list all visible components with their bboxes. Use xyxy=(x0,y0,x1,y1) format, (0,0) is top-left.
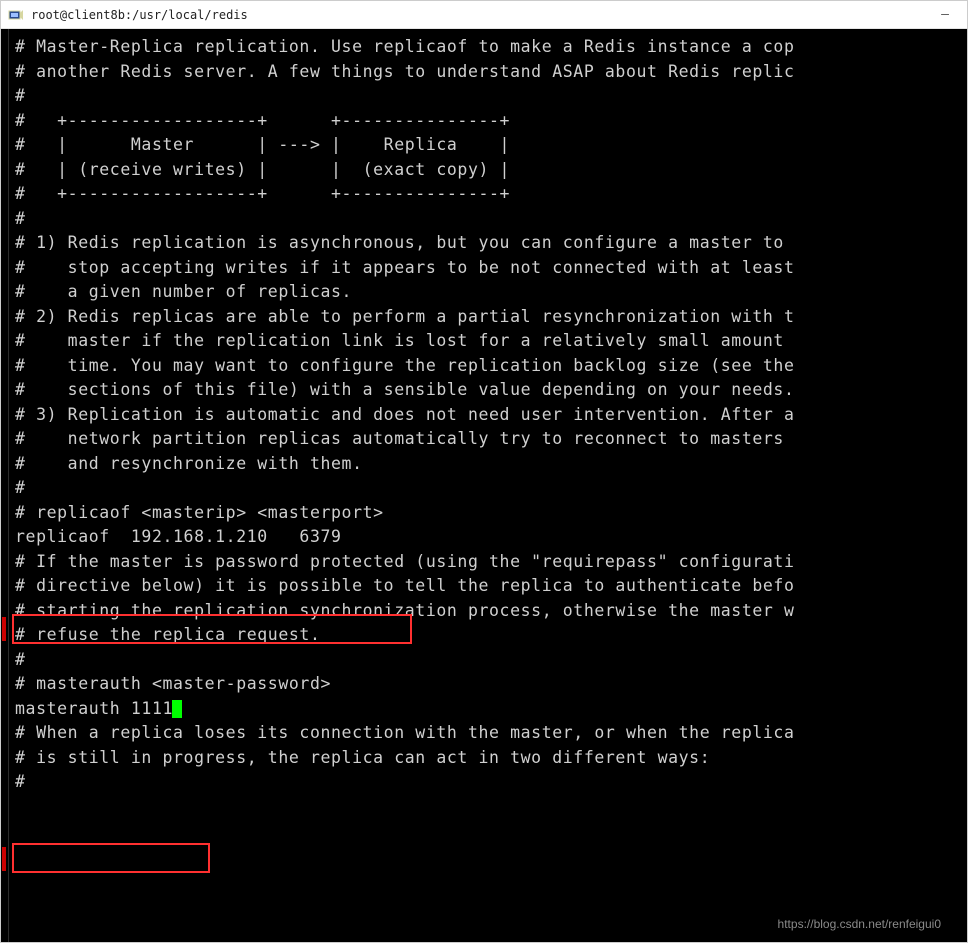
gutter xyxy=(1,29,9,942)
gutter-mark xyxy=(2,847,6,871)
terminal-line: # xyxy=(15,207,951,232)
terminal-line: # +------------------+ +---------------+ xyxy=(15,182,951,207)
terminal-line: # | (receive writes) | | (exact copy) | xyxy=(15,158,951,183)
terminal-line: # When a replica loses its connection wi… xyxy=(15,721,951,746)
terminal-line: # xyxy=(15,648,951,673)
terminal-line: # Master-Replica replication. Use replic… xyxy=(15,35,951,60)
terminal-line: # master if the replication link is lost… xyxy=(15,329,951,354)
terminal-line: # masterauth <master-password> xyxy=(15,672,951,697)
window-controls: — xyxy=(933,5,961,25)
titlebar[interactable]: root@client8b:/usr/local/redis — xyxy=(1,1,967,29)
terminal-line: # | Master | ---> | Replica | xyxy=(15,133,951,158)
terminal[interactable]: # Master-Replica replication. Use replic… xyxy=(9,29,951,942)
terminal-line: # sections of this file) with a sensible… xyxy=(15,378,951,403)
terminal-line: # xyxy=(15,770,951,795)
terminal-line: # +------------------+ +---------------+ xyxy=(15,109,951,134)
terminal-line: # replicaof <masterip> <masterport> xyxy=(15,501,951,526)
putty-window: root@client8b:/usr/local/redis — # Maste… xyxy=(0,0,968,943)
scrollbar[interactable] xyxy=(951,29,967,942)
terminal-line: # a given number of replicas. xyxy=(15,280,951,305)
terminal-line: # network partition replicas automatical… xyxy=(15,427,951,452)
terminal-line: # xyxy=(15,476,951,501)
terminal-line: # 2) Redis replicas are able to perform … xyxy=(15,305,951,330)
watermark: https://blog.csdn.net/renfeigui0 xyxy=(778,912,941,937)
window-title: root@client8b:/usr/local/redis xyxy=(31,8,933,22)
minimize-button[interactable]: — xyxy=(933,5,957,25)
terminal-line: replicaof 192.168.1.210 6379 xyxy=(15,525,951,550)
terminal-line: # is still in progress, the replica can … xyxy=(15,746,951,771)
terminal-line: # stop accepting writes if it appears to… xyxy=(15,256,951,281)
gutter-mark xyxy=(2,617,6,641)
terminal-line: # 1) Redis replication is asynchronous, … xyxy=(15,231,951,256)
putty-icon xyxy=(7,6,25,24)
cursor xyxy=(172,700,182,718)
terminal-line: # and resynchronize with them. xyxy=(15,452,951,477)
terminal-line: # another Redis server. A few things to … xyxy=(15,60,951,85)
terminal-line: # refuse the replica request. xyxy=(15,623,951,648)
terminal-line: # time. You may want to configure the re… xyxy=(15,354,951,379)
highlight-box xyxy=(12,843,210,873)
terminal-line: # xyxy=(15,84,951,109)
minimize-icon: — xyxy=(941,7,949,22)
terminal-line: # starting the replication synchronizati… xyxy=(15,599,951,624)
terminal-line: masterauth 1111 xyxy=(15,697,951,722)
terminal-line: # 3) Replication is automatic and does n… xyxy=(15,403,951,428)
terminal-line: # If the master is password protected (u… xyxy=(15,550,951,575)
terminal-line: # directive below) it is possible to tel… xyxy=(15,574,951,599)
terminal-area: # Master-Replica replication. Use replic… xyxy=(1,29,967,942)
